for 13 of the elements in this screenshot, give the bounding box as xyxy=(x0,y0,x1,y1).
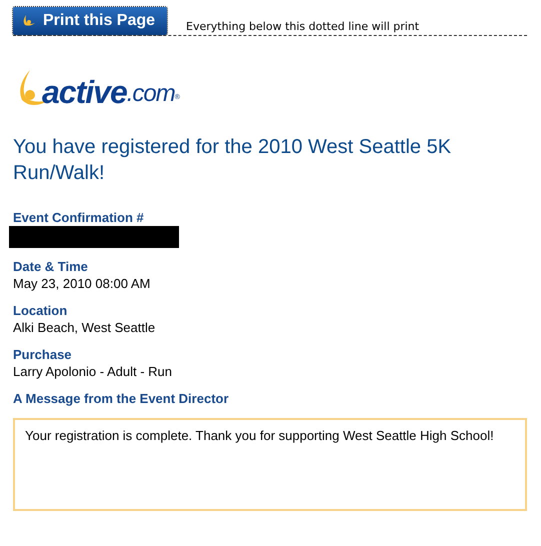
print-button[interactable]: Print this Page xyxy=(13,7,167,35)
message-label: A Message from the Event Director xyxy=(13,391,230,407)
message-text: Your registration is complete. Thank you for supporting West Seattle High School! xyxy=(25,428,495,444)
field-label: Purchase xyxy=(13,347,73,363)
page-heading: You have registered for the 2010 West Seattle 5K Run/Walk! xyxy=(13,135,452,186)
runner-icon xyxy=(21,12,37,28)
field-label: Event Confirmation # xyxy=(13,210,145,226)
field-label: Date & Time xyxy=(13,259,89,275)
print-note: Everything below this dotted line will print xyxy=(186,20,420,33)
field-value: Larry Apolonio - Adult - Run xyxy=(13,363,173,380)
field-value: May 23, 2010 08:00 AM xyxy=(13,275,152,292)
field-label: Location xyxy=(13,303,68,319)
field-value: Alki Beach, West Seattle xyxy=(13,319,156,336)
